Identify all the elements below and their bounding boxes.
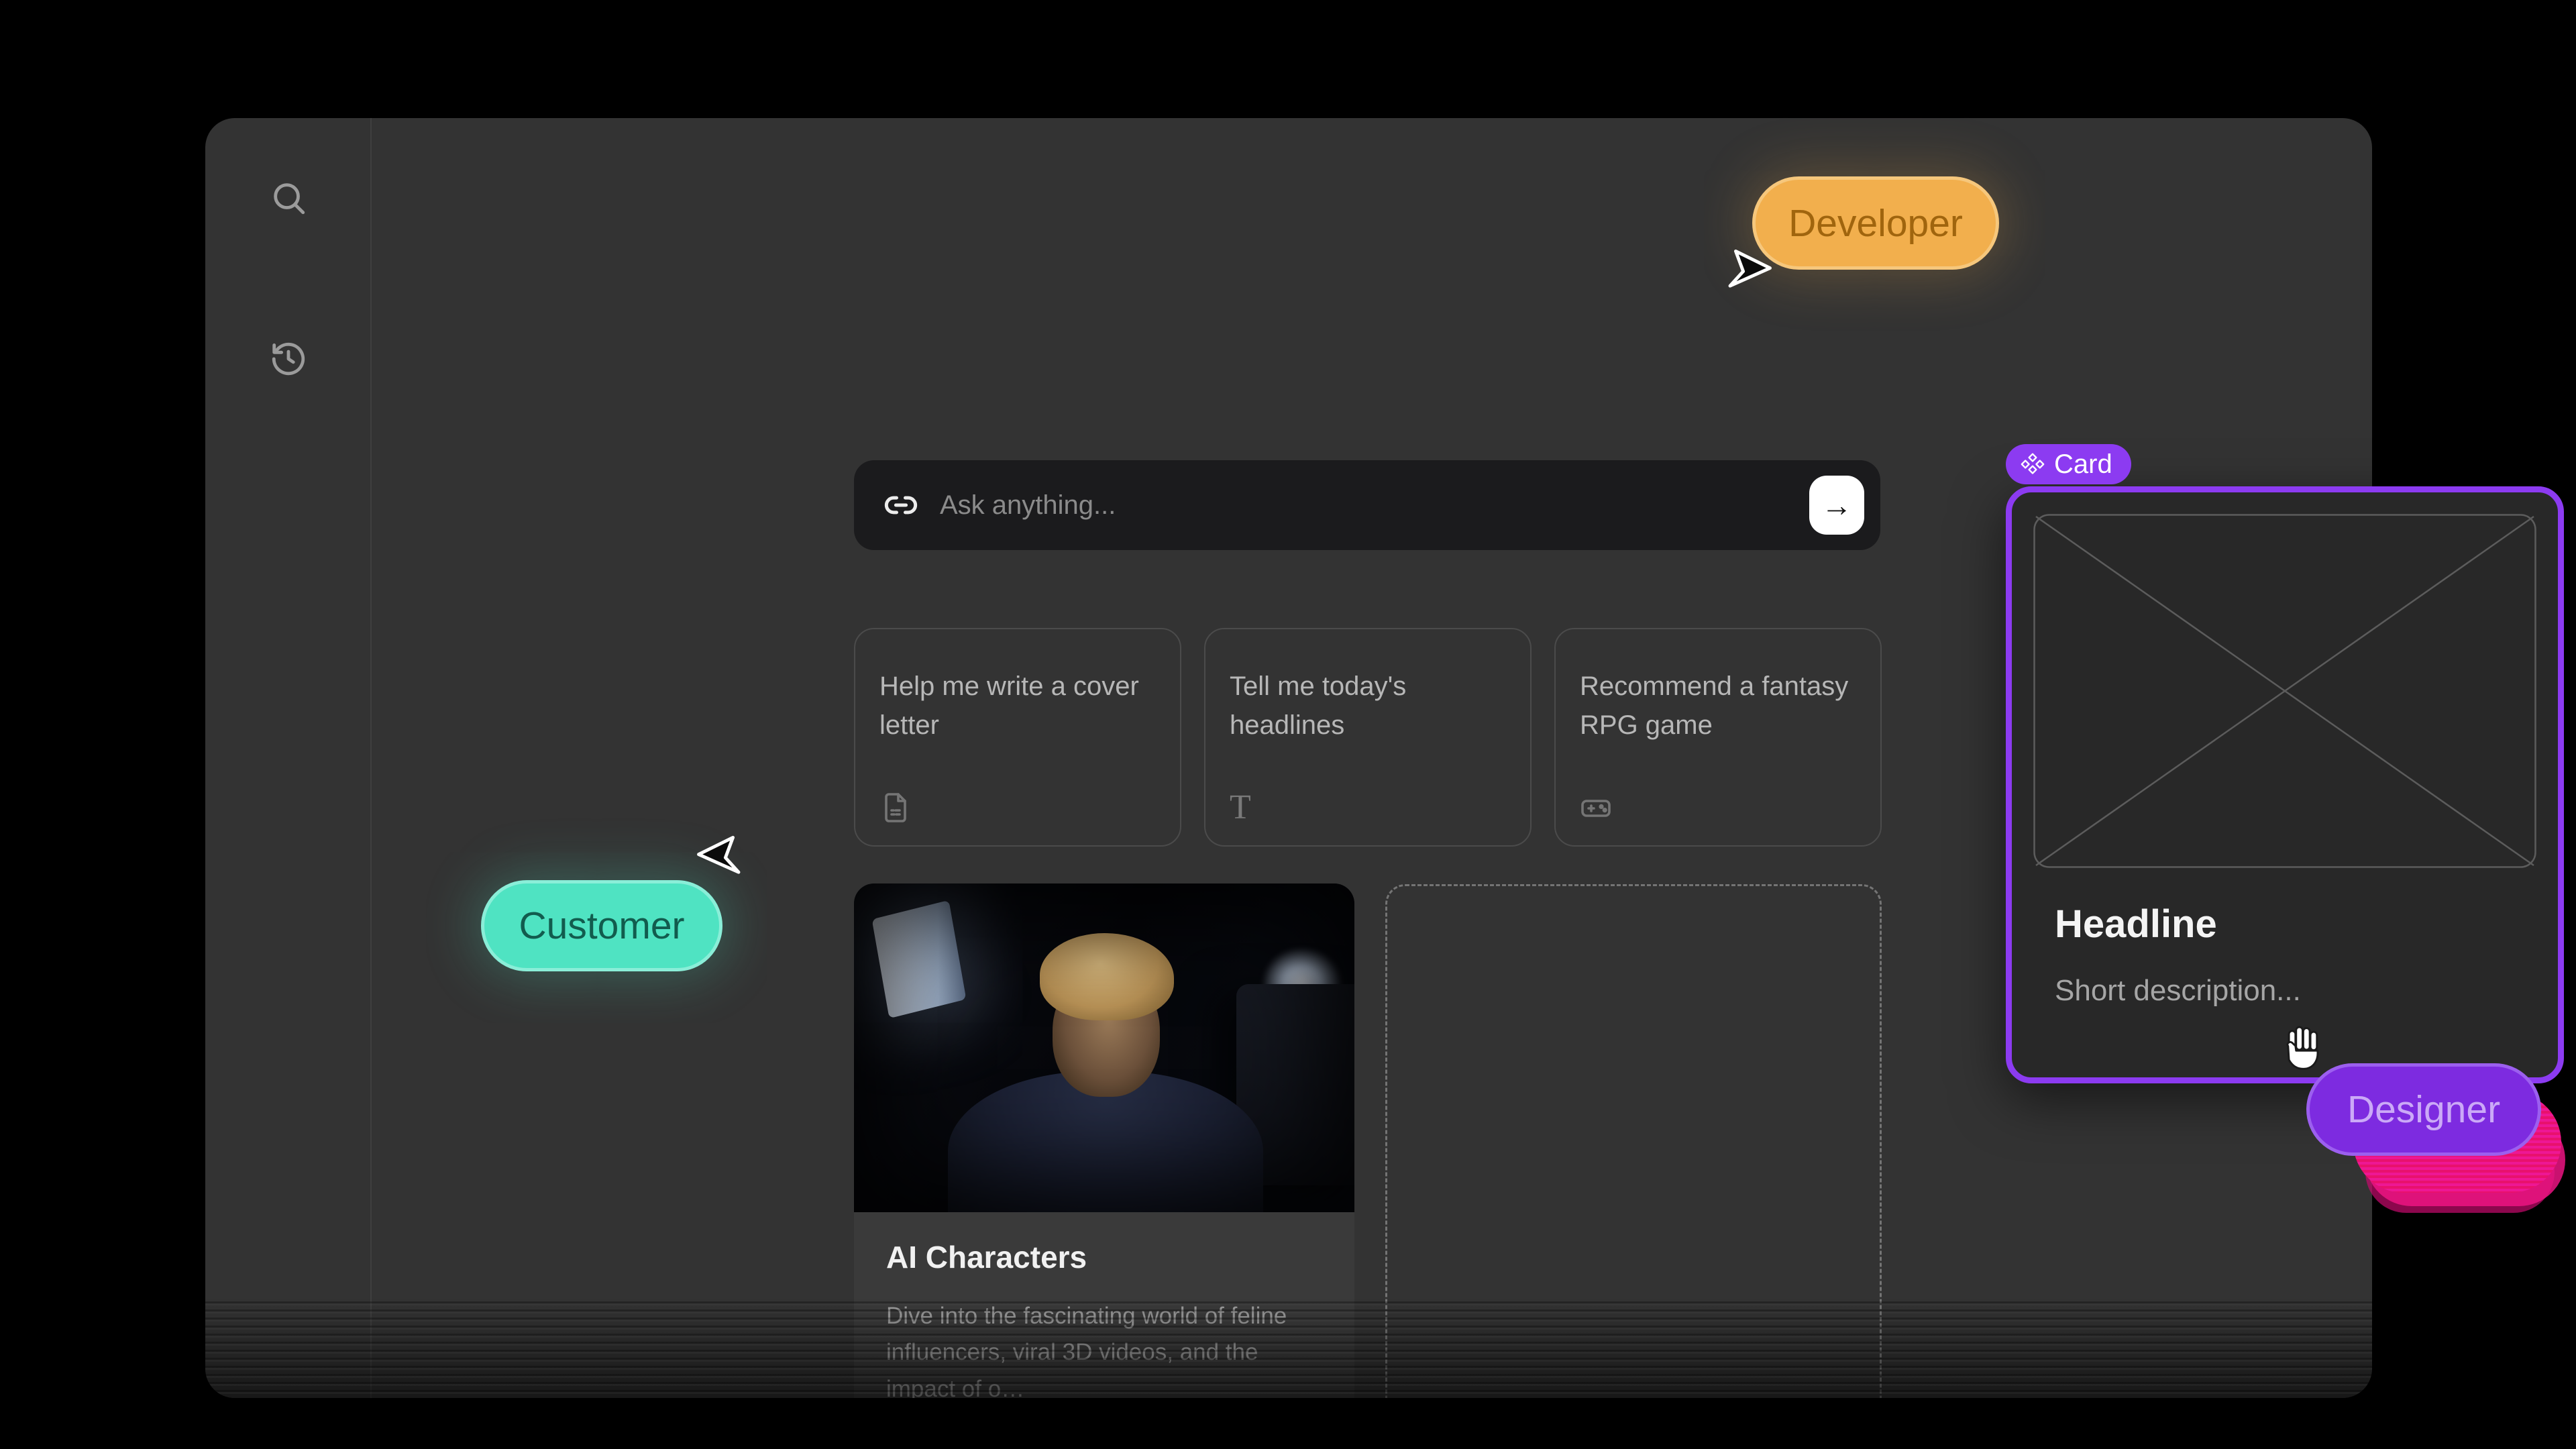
gamepad-icon — [1580, 792, 1612, 824]
collaborator-label-designer: Designer — [2306, 1063, 2541, 1156]
customer-cursor-icon — [696, 832, 743, 879]
suggestion-card-cover-letter[interactable]: Help me write a cover letter — [854, 628, 1181, 847]
search-icon[interactable] — [269, 178, 308, 217]
canvas: Hello, John → Help me write a cover lett… — [0, 0, 2576, 1449]
component-badge[interactable]: Card — [2006, 444, 2131, 484]
collaborator-label-customer: Customer — [481, 880, 722, 971]
collaborator-name: Developer — [1788, 201, 1963, 246]
component-icon — [2021, 452, 2045, 476]
component-headline: Headline — [2055, 902, 2217, 947]
ai-card-description: Dive into the fascinating world of felin… — [886, 1298, 1322, 1398]
document-icon — [879, 792, 912, 824]
empty-card-slot[interactable] — [1385, 884, 1882, 1398]
collaborator-name: Designer — [2347, 1087, 2500, 1132]
suggestion-label: Help me write a cover letter — [879, 667, 1156, 745]
grab-hand-cursor-icon — [2278, 1020, 2332, 1076]
suggestion-card-headlines[interactable]: Tell me today's headlines T — [1204, 628, 1532, 847]
developer-cursor-icon — [1725, 246, 1772, 292]
arrow-right-icon: → — [1821, 487, 1852, 523]
ask-input[interactable] — [940, 490, 1809, 521]
image-placeholder — [2033, 514, 2536, 868]
send-button[interactable]: → — [1809, 476, 1864, 535]
ai-card-title: AI Characters — [886, 1239, 1322, 1275]
link-icon — [883, 488, 918, 523]
ask-bar[interactable]: → — [854, 460, 1880, 550]
history-icon[interactable] — [269, 339, 308, 378]
ai-card-meta: AI Characters Dive into the fascinating … — [854, 1212, 1354, 1398]
ai-card-photo — [854, 883, 1354, 1212]
component-description: Short description... — [2055, 974, 2301, 1008]
suggestion-card-rpg[interactable]: Recommend a fantasy RPG game — [1554, 628, 1882, 847]
suggestion-label: Tell me today's headlines — [1230, 667, 1506, 745]
collaborator-label-developer: Developer — [1752, 176, 1999, 270]
ai-characters-card[interactable]: AI Characters Dive into the fascinating … — [854, 883, 1354, 1398]
component-badge-label: Card — [2054, 449, 2112, 480]
suggestion-label: Recommend a fantasy RPG game — [1580, 667, 1856, 745]
component-card[interactable]: Headline Short description... — [2006, 486, 2564, 1083]
sidebar — [205, 118, 372, 1398]
text-icon: T — [1230, 792, 1262, 824]
photo-vignette — [854, 883, 1354, 1212]
collaborator-name: Customer — [519, 904, 684, 948]
